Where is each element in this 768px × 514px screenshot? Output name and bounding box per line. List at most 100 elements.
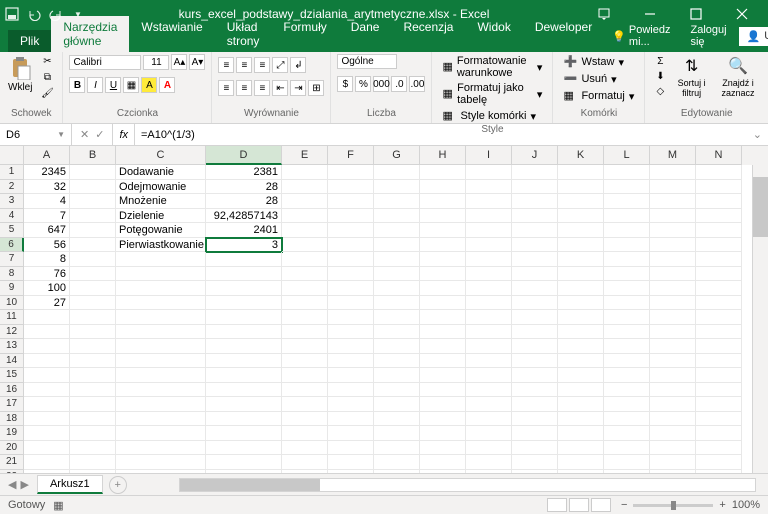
borders-button[interactable]: ▦ [123, 77, 139, 93]
tab-formuły[interactable]: Formuły [271, 16, 338, 52]
fill-button[interactable]: ⬇ [651, 69, 669, 83]
cell[interactable] [116, 339, 206, 354]
macro-record-icon[interactable]: ▦ [53, 499, 63, 512]
cell[interactable] [328, 194, 374, 209]
decrease-indent-button[interactable]: ⇤ [272, 80, 288, 96]
sheet-tab-active[interactable]: Arkusz1 [37, 475, 103, 494]
column-header[interactable]: K [558, 146, 604, 165]
cell[interactable] [604, 455, 650, 470]
cell[interactable] [604, 238, 650, 253]
format-as-table-button[interactable]: ▦Formatuj jako tabelę▾ [438, 81, 546, 107]
cell[interactable] [206, 267, 282, 282]
cell[interactable] [650, 296, 696, 311]
cell[interactable] [558, 339, 604, 354]
fx-icon[interactable]: fx [112, 124, 135, 145]
tell-me[interactable]: 💡Powiedz mi... [604, 20, 678, 52]
cell[interactable] [512, 165, 558, 180]
cell[interactable] [374, 470, 420, 474]
cell[interactable] [558, 368, 604, 383]
cell[interactable] [466, 397, 512, 412]
normal-view-button[interactable] [547, 498, 567, 512]
cell[interactable] [466, 180, 512, 195]
select-all-button[interactable] [0, 146, 24, 165]
cell[interactable] [374, 165, 420, 180]
cell[interactable] [70, 441, 116, 456]
cell[interactable] [650, 354, 696, 369]
cell[interactable] [70, 383, 116, 398]
cell[interactable] [420, 470, 466, 474]
column-header[interactable]: E [282, 146, 328, 165]
row-header[interactable]: 14 [0, 354, 24, 369]
cell[interactable] [328, 441, 374, 456]
cell[interactable] [558, 165, 604, 180]
cell[interactable] [374, 209, 420, 224]
cell[interactable] [206, 426, 282, 441]
cell[interactable] [24, 325, 70, 340]
page-break-view-button[interactable] [591, 498, 611, 512]
cell[interactable] [70, 397, 116, 412]
cell[interactable] [420, 209, 466, 224]
cell[interactable] [696, 412, 742, 427]
cell[interactable] [420, 238, 466, 253]
cell[interactable] [420, 455, 466, 470]
row-header[interactable]: 16 [0, 383, 24, 398]
column-header[interactable]: I [466, 146, 512, 165]
cell[interactable] [420, 194, 466, 209]
cell[interactable] [558, 180, 604, 195]
cell[interactable] [512, 397, 558, 412]
cell[interactable] [328, 165, 374, 180]
cell[interactable] [650, 281, 696, 296]
cell[interactable] [512, 339, 558, 354]
cell[interactable] [650, 470, 696, 474]
cell[interactable] [206, 296, 282, 311]
cell[interactable] [282, 426, 328, 441]
cell[interactable] [696, 397, 742, 412]
cell[interactable] [512, 296, 558, 311]
cell[interactable] [420, 441, 466, 456]
cell[interactable] [696, 354, 742, 369]
cell[interactable] [24, 455, 70, 470]
cell[interactable] [466, 165, 512, 180]
row-header[interactable]: 1 [0, 165, 24, 180]
cell[interactable] [374, 296, 420, 311]
cell[interactable] [466, 209, 512, 224]
cell[interactable] [70, 310, 116, 325]
cell[interactable] [328, 209, 374, 224]
cell[interactable] [466, 238, 512, 253]
cell[interactable] [70, 296, 116, 311]
expand-formula-bar-icon[interactable]: ⌄ [747, 128, 768, 141]
cell[interactable] [696, 325, 742, 340]
cell[interactable]: 7 [24, 209, 70, 224]
font-size-select[interactable]: 11 [143, 55, 169, 70]
row-header[interactable]: 4 [0, 209, 24, 224]
cell[interactable] [328, 426, 374, 441]
cell[interactable] [558, 310, 604, 325]
cell[interactable] [604, 281, 650, 296]
cell[interactable] [24, 339, 70, 354]
cell[interactable] [206, 441, 282, 456]
cell[interactable] [650, 412, 696, 427]
name-box[interactable]: D6▼ [0, 124, 72, 145]
cell[interactable] [466, 368, 512, 383]
cell[interactable] [466, 267, 512, 282]
cell[interactable] [24, 397, 70, 412]
cell[interactable] [420, 354, 466, 369]
cell[interactable] [696, 180, 742, 195]
cell[interactable] [604, 412, 650, 427]
cell[interactable] [328, 310, 374, 325]
cell[interactable] [206, 470, 282, 474]
cell[interactable] [696, 238, 742, 253]
cell[interactable] [696, 470, 742, 474]
cell[interactable] [466, 252, 512, 267]
cell[interactable] [650, 441, 696, 456]
wrap-text-button[interactable]: ↲ [290, 57, 306, 73]
cell[interactable] [374, 383, 420, 398]
cell[interactable]: 4 [24, 194, 70, 209]
tab-widok[interactable]: Widok [465, 16, 522, 52]
cell[interactable] [328, 296, 374, 311]
cell[interactable] [282, 252, 328, 267]
find-select-button[interactable]: 🔍 Znajdź i zaznacz [714, 54, 762, 100]
cell[interactable] [696, 194, 742, 209]
cell[interactable] [328, 354, 374, 369]
cell[interactable] [512, 281, 558, 296]
